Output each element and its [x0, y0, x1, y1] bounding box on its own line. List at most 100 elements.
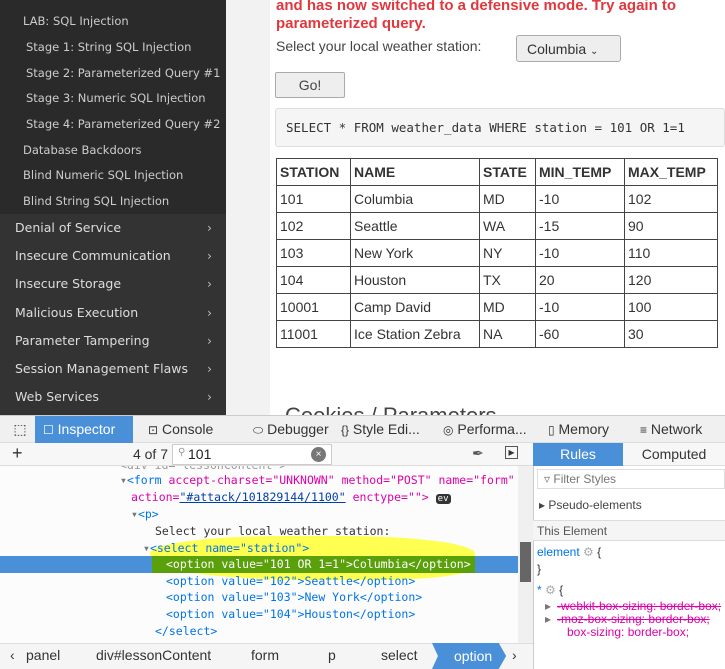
- sidebar-item[interactable]: Denial of Service ›: [0, 214, 226, 242]
- clear-search-icon[interactable]: ×: [311, 447, 326, 462]
- table-cell: New York: [350, 239, 480, 267]
- chevron-right-icon: ›: [207, 276, 212, 292]
- table-cell: NY: [479, 239, 536, 267]
- table-cell: 100: [624, 293, 718, 321]
- form-action[interactable]: action="#attack/101829144/1100" enctype=…: [131, 489, 451, 506]
- sidebar-item[interactable]: Web Services ›: [0, 383, 226, 411]
- table-cell: Ice Station Zebra: [350, 320, 480, 348]
- warning-text: and has now switched to a defensive mode…: [276, 0, 677, 14]
- search-value: 101: [188, 446, 212, 462]
- tab-memory[interactable]: ▯ Memory: [540, 416, 630, 443]
- table-row: 10001 Camp David MD -10 100: [276, 293, 718, 321]
- sidebar-subitem[interactable]: Stage 4: Parameterized Query #2: [26, 117, 220, 131]
- rule-properties: ▸ -webkit-box-sizing: border-box; ▸ -moz-b…: [545, 600, 723, 639]
- sidebar-item[interactable]: Insecure Communication ›: [0, 242, 226, 270]
- select-close-node[interactable]: </select>: [155, 623, 217, 640]
- table-cell: 101: [276, 185, 351, 213]
- column-header: MIN_TEMP: [535, 158, 625, 186]
- table-cell: -10: [535, 293, 625, 321]
- sidebar-subitem[interactable]: Blind String SQL Injection: [23, 194, 169, 208]
- sidebar-subitem[interactable]: Stage 1: String SQL Injection: [26, 40, 191, 54]
- tab-rules[interactable]: Rules: [533, 443, 623, 466]
- form-node[interactable]: ▾<form accept-charset="UNKNOWN" method="…: [120, 472, 515, 489]
- chevron-right-icon: ›: [207, 389, 212, 405]
- breadcrumb-forward-icon[interactable]: ›: [512, 647, 517, 663]
- breadcrumb-item[interactable]: panel: [26, 647, 60, 663]
- table-cell: 120: [624, 266, 718, 294]
- sidebar-subitem[interactable]: Stage 2: Parameterized Query #1: [26, 66, 220, 80]
- table-cell: MD: [479, 293, 536, 321]
- table-cell: NA: [479, 320, 536, 348]
- breadcrumb-item[interactable]: form: [251, 647, 279, 663]
- star-rule[interactable]: * ⚙ {: [537, 583, 563, 597]
- chevron-right-icon: ›: [207, 248, 212, 264]
- table-cell: -60: [535, 320, 625, 348]
- this-element-heading: This Element: [537, 524, 608, 538]
- breadcrumb-back-icon[interactable]: ‹: [10, 647, 15, 663]
- element-picker-icon[interactable]: ⬚: [8, 416, 32, 443]
- sidebar-item-label: Denial of Service: [15, 220, 122, 235]
- markup-view: <div id="lessonContent"> ▾<form accept-c…: [0, 466, 518, 643]
- tab-style-editor[interactable]: {} Style Edi...: [333, 416, 433, 443]
- option-node[interactable]: <option value="101 OR 1=1">Columbia</opt…: [166, 556, 471, 573]
- station-select[interactable]: Columbia ⌄: [516, 35, 621, 62]
- style-editor-icon: {}: [341, 423, 350, 437]
- table-cell: 102: [624, 185, 718, 213]
- chevron-down-icon: ⌄: [590, 46, 599, 57]
- table-row: 104 Houston TX 20 120: [276, 266, 718, 294]
- option-node[interactable]: <option value="104">Houston</option>: [166, 606, 415, 623]
- performance-icon: ◎: [443, 423, 454, 437]
- sidebar-item[interactable]: Parameter Tampering ›: [0, 327, 226, 355]
- table-cell: 103: [276, 239, 351, 267]
- table-row: 101 Columbia MD -10 102: [276, 185, 718, 213]
- tab-debugger[interactable]: ⬭ Debugger: [245, 416, 333, 443]
- table-cell: 10001: [276, 293, 351, 321]
- table-cell: Seattle: [350, 212, 480, 240]
- select-value: Columbia: [527, 41, 587, 57]
- sidebar-item[interactable]: Insecure Storage ›: [0, 270, 226, 298]
- eyedropper-icon[interactable]: ✒: [472, 445, 484, 462]
- sidebar-subitem[interactable]: Blind Numeric SQL Injection: [23, 168, 183, 182]
- p-node[interactable]: ▾<p>: [131, 506, 159, 523]
- chevron-right-icon: ›: [207, 220, 212, 235]
- breadcrumb-item[interactable]: p: [328, 647, 336, 663]
- table-cell: -10: [535, 185, 625, 213]
- sql-query: SELECT * FROM weather_data WHERE station…: [275, 108, 725, 147]
- chevron-right-icon: ›: [207, 361, 212, 376]
- rule-prop[interactable]: box-sizing: border-box;: [545, 626, 723, 639]
- sidebar-subitem[interactable]: LAB: SQL Injection: [23, 14, 129, 28]
- select-node[interactable]: ▾<select name="station">: [143, 540, 309, 557]
- tab-computed[interactable]: Computed: [623, 443, 725, 466]
- breadcrumb-item[interactable]: div#lessonContent: [96, 647, 211, 663]
- pseudo-elements-toggle[interactable]: ▸ Pseudo-elements: [539, 498, 642, 512]
- element-rule[interactable]: element ⚙ {: [537, 545, 601, 559]
- sidebar-item-label: Parameter Tampering: [15, 332, 150, 348]
- go-button[interactable]: Go!: [275, 72, 345, 98]
- sidebar-subitem[interactable]: Database Backdoors: [23, 143, 142, 157]
- event-badge[interactable]: ev: [435, 494, 451, 504]
- breadcrumb-item[interactable]: option: [432, 643, 507, 669]
- sidebar-toggle-icon[interactable]: ▸: [505, 446, 518, 459]
- tab-network[interactable]: ≡ Network: [632, 416, 725, 443]
- table-cell: 30: [624, 320, 718, 348]
- tab-inspector[interactable]: ☐ Inspector: [35, 416, 133, 443]
- option-node[interactable]: <option value="102">Seattle</option>: [166, 573, 415, 590]
- option-node[interactable]: <option value="103">New York</option>: [166, 589, 422, 606]
- table-cell: TX: [479, 266, 536, 294]
- add-node-icon[interactable]: +: [12, 443, 23, 464]
- chevron-right-icon: ›: [207, 332, 212, 348]
- results-table: STATION NAME STATE MIN_TEMP MAX_TEMP 101 Colum…: [276, 158, 718, 348]
- breadcrumb-item[interactable]: select: [381, 647, 418, 663]
- sidebar-item-label: Malicious Execution: [15, 304, 139, 320]
- markup-scrollbar[interactable]: [518, 466, 533, 643]
- tab-console[interactable]: ⊡ Console: [140, 416, 232, 443]
- table-row: 11001 Ice Station Zebra NA -60 30: [276, 320, 718, 348]
- markup-search-input[interactable]: ⚲ 101 ×: [172, 444, 332, 465]
- sidebar-item[interactable]: Malicious Execution ›: [0, 299, 226, 327]
- tab-performance[interactable]: ◎ Performa...: [435, 416, 531, 443]
- console-icon: ⊡: [148, 423, 159, 437]
- sidebar-subitem[interactable]: Stage 3: Numeric SQL Injection: [26, 91, 206, 105]
- table-cell: WA: [479, 212, 536, 240]
- filter-styles-input[interactable]: ▿ Filter Styles: [537, 469, 725, 489]
- sidebar-item[interactable]: Session Management Flaws ›: [0, 355, 226, 383]
